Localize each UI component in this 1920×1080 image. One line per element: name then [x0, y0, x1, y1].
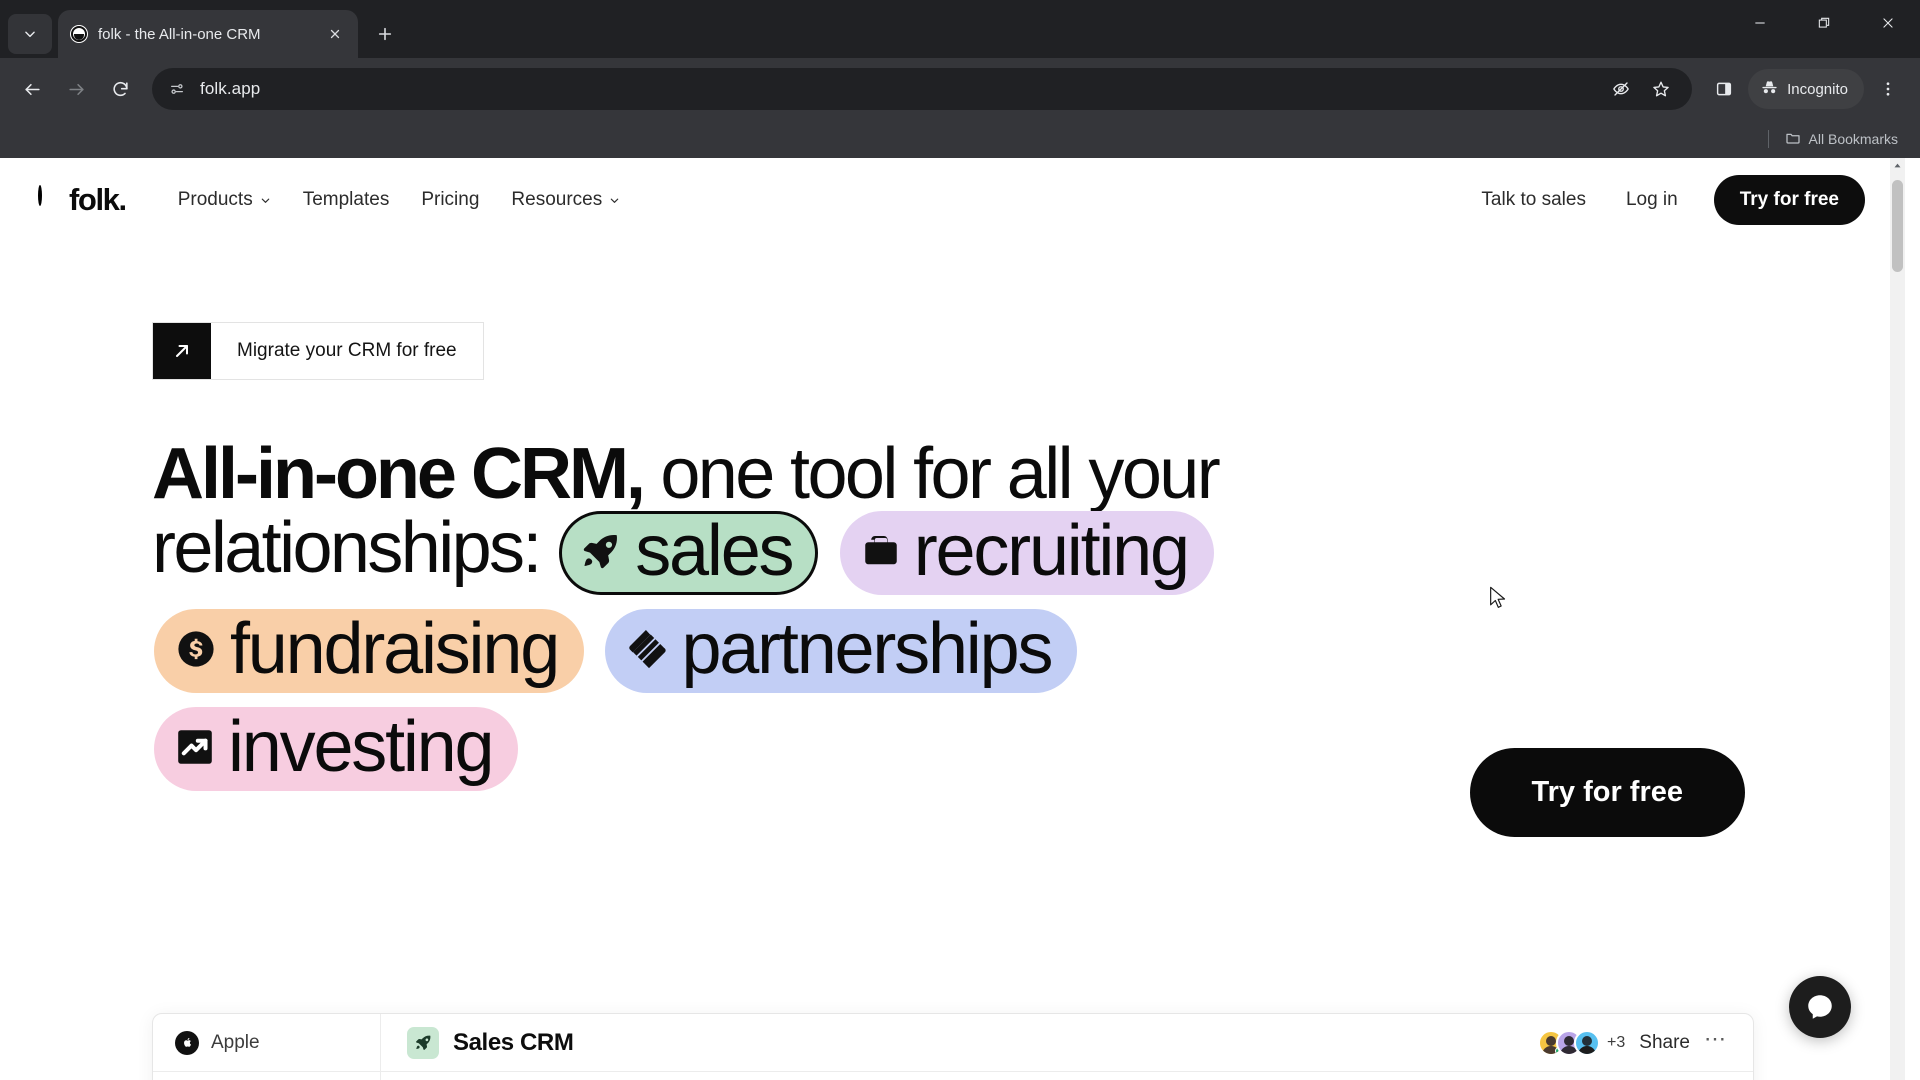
dollar-coin-icon: [174, 627, 218, 671]
browser-toolbar: folk.app Incognito: [0, 58, 1920, 120]
app-preview-mockup: Apple Search 1.2K Notifi: [152, 1013, 1754, 1080]
pill-label: sales: [635, 511, 794, 592]
pill-label: partnerships: [681, 609, 1053, 690]
app-title: Sales CRM: [453, 1028, 574, 1056]
nav-label: Products: [177, 189, 253, 210]
apple-icon: [175, 1030, 199, 1055]
login-link[interactable]: Log in: [1610, 181, 1694, 219]
headline-rest: one tool for all your: [642, 434, 1220, 514]
pill-recruiting: recruiting: [839, 511, 1214, 596]
workspace-name: Apple: [211, 1031, 260, 1053]
avatar: [1574, 1029, 1601, 1056]
rocket-icon: [407, 1026, 439, 1059]
primary-nav: Products Templates Pricing Resources: [162, 181, 637, 219]
all-bookmarks-button[interactable]: All Bookmarks: [1779, 126, 1904, 153]
bookmark-star-icon[interactable]: [1644, 72, 1678, 106]
avatar-overflow-count: +3: [1607, 1033, 1626, 1051]
nav-item-pricing[interactable]: Pricing: [405, 181, 495, 219]
back-arrow-icon[interactable]: [12, 69, 52, 109]
pill-label: fundraising: [230, 609, 560, 690]
collaborator-avatars[interactable]: +3: [1538, 1029, 1626, 1056]
nav-label: Templates: [302, 189, 390, 210]
share-button[interactable]: Share: [1639, 1032, 1690, 1054]
migrate-crm-banner[interactable]: Migrate your CRM for free: [152, 322, 484, 380]
scrollbar-thumb[interactable]: [1892, 180, 1903, 272]
hero-section: Migrate your CRM for free All-in-one CRM…: [0, 242, 1905, 792]
folk-landing-page: folk. Products Templates Pricing Resourc…: [0, 158, 1905, 1080]
all-bookmarks-label: All Bookmarks: [1808, 131, 1898, 147]
more-options-icon[interactable]: ⋯: [1704, 1026, 1727, 1060]
tab-search-button[interactable]: [8, 14, 52, 54]
browser-window: folk - the All-in-one CRM folk.app Incog…: [0, 0, 1920, 1080]
pill-fundraising: fundraising: [154, 609, 585, 694]
close-tab-icon[interactable]: [324, 23, 346, 45]
folk-circle-icon: [38, 184, 65, 214]
eye-slash-icon[interactable]: [1604, 72, 1638, 106]
nav-label: Pricing: [421, 189, 480, 210]
page-title: All-in-one CRM, one tool for all your re…: [152, 437, 1382, 792]
handshake-icon: [625, 627, 669, 671]
address-bar[interactable]: folk.app: [152, 68, 1693, 110]
minimize-button[interactable]: [1728, 0, 1792, 46]
folk-favicon-icon: [70, 25, 88, 43]
site-settings-icon[interactable]: [166, 78, 188, 100]
migrate-banner-label: Migrate your CRM for free: [237, 340, 457, 361]
tab-title: folk - the All-in-one CRM: [98, 25, 261, 43]
page-scrollbar[interactable]: [1890, 158, 1905, 1080]
workspace-switcher[interactable]: Apple: [153, 1014, 380, 1072]
page-viewport: folk. Products Templates Pricing Resourc…: [0, 158, 1920, 1080]
try-for-free-nav-button[interactable]: Try for free: [1713, 175, 1865, 225]
site-header: folk. Products Templates Pricing Resourc…: [0, 158, 1905, 242]
nav-label: Talk to sales: [1481, 189, 1586, 210]
trending-up-icon: [174, 726, 216, 768]
incognito-profile-chip[interactable]: Incognito: [1748, 69, 1864, 109]
app-toolbar: Pipeline view + Enrich all Send message: [381, 1072, 1753, 1080]
pill-sales: sales: [559, 511, 819, 596]
address-bar-url: folk.app: [200, 79, 261, 98]
folder-icon: [1785, 130, 1801, 149]
scroll-up-arrow-icon[interactable]: [1890, 158, 1905, 173]
nav-item-templates[interactable]: Templates: [287, 181, 406, 219]
try-for-free-hero-button[interactable]: Try for free: [1469, 748, 1745, 837]
nav-item-resources[interactable]: Resources: [495, 181, 636, 219]
headline-strong: All-in-one CRM,: [152, 434, 646, 514]
nav-item-products[interactable]: Products: [162, 181, 287, 219]
logo-text: folk.: [69, 182, 127, 217]
app-main: Sales CRM +3 Share ⋯: [381, 1014, 1753, 1080]
rocket-icon: [579, 529, 623, 573]
new-tab-button[interactable]: [368, 17, 402, 51]
close-window-button[interactable]: [1856, 0, 1920, 46]
folk-logo[interactable]: folk.: [38, 182, 127, 218]
side-panel-icon[interactable]: [1704, 69, 1744, 109]
talk-to-sales-link[interactable]: Talk to sales: [1465, 181, 1602, 219]
incognito-hat-icon: [1760, 78, 1779, 101]
chevron-down-icon: [261, 198, 270, 203]
chevron-down-icon: [610, 198, 619, 203]
bookmarks-bar: All Bookmarks: [0, 120, 1920, 158]
arrow-up-right-icon: [153, 323, 211, 379]
forward-arrow-icon[interactable]: [56, 69, 96, 109]
pill-partnerships: partnerships: [605, 609, 1078, 694]
maximize-button[interactable]: [1792, 0, 1856, 46]
pill-label: investing: [228, 707, 495, 788]
three-dots-vertical-icon[interactable]: [1868, 69, 1908, 109]
app-sidebar: Apple Search 1.2K Notifi: [153, 1014, 381, 1080]
tab-strip: folk - the All-in-one CRM: [0, 0, 1920, 58]
nav-label: Log in: [1625, 189, 1678, 210]
headline-line2-prefix: relationships:: [152, 508, 542, 589]
hero-cta-wrap: Try for free: [1469, 748, 1745, 837]
app-main-header: Sales CRM +3 Share ⋯: [381, 1014, 1753, 1072]
divider: [1767, 130, 1769, 148]
window-controls: [1728, 0, 1920, 46]
reload-icon[interactable]: [100, 69, 140, 109]
nav-label: Resources: [511, 189, 603, 210]
browser-tab[interactable]: folk - the All-in-one CRM: [58, 10, 358, 58]
pill-label: recruiting: [913, 511, 1190, 592]
intercom-chat-launcher[interactable]: [1789, 976, 1851, 1038]
pill-investing: investing: [154, 707, 519, 792]
incognito-label: Incognito: [1787, 80, 1848, 98]
briefcase-icon: [860, 530, 902, 572]
secondary-nav: Talk to sales Log in Try for free: [1465, 175, 1865, 225]
